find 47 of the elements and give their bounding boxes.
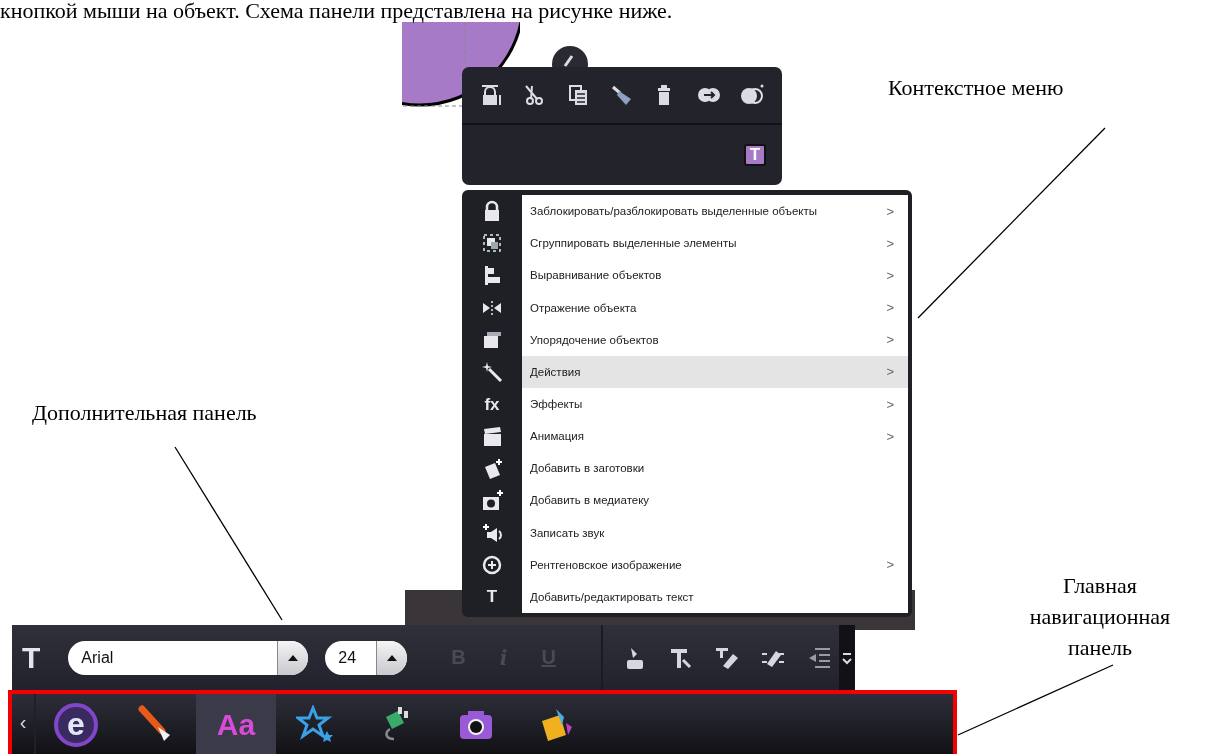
logo-icon: e	[54, 703, 98, 747]
menu-item[interactable]: Рентгеновское изображение >	[522, 548, 908, 581]
overlap-icon[interactable]	[740, 83, 765, 107]
text-tool-icon[interactable]: T	[22, 640, 41, 675]
handle-icon[interactable]	[550, 44, 590, 67]
menu-item[interactable]: Упорядочение объектов >	[522, 323, 908, 356]
menu-item[interactable]: Заблокировать/разблокировать выделенные объекты >	[522, 195, 908, 228]
menu-glyph-icon: T	[486, 588, 498, 606]
menu-item[interactable]: Добавить в заготовки	[522, 452, 908, 485]
callout-label: Контекстное меню	[888, 74, 1064, 102]
body-text: кнопкой мыши на объект. Схема панели представлена на рисунке ниже.	[0, 0, 673, 24]
submenu-arrow: >	[886, 364, 894, 380]
menu-item[interactable]: Выравнивание объектов >	[522, 259, 908, 292]
menu-item[interactable]: Анимация >	[522, 420, 908, 453]
outdent-icon[interactable]	[807, 645, 832, 670]
menu-item[interactable]: Эффекты >	[522, 387, 908, 421]
brush-icon[interactable]	[609, 83, 634, 107]
menu-item[interactable]: Добавить в медиатеку	[522, 484, 908, 517]
camera-plus-icon	[481, 489, 503, 512]
clapperboard-icon	[481, 425, 503, 448]
text-marker-icon[interactable]	[715, 645, 740, 670]
submenu-arrow: >	[886, 235, 894, 251]
font-dropdown[interactable]: Arial	[68, 640, 309, 675]
callout-label: Главная навигационная панель	[1028, 572, 1172, 662]
font-icon: Aa	[216, 708, 256, 742]
up-arrow-icon[interactable]	[386, 653, 399, 662]
group-icon	[481, 232, 503, 255]
menu-item[interactable]: Записать звук	[522, 516, 908, 549]
submenu-arrow: >	[886, 300, 894, 316]
menu-item[interactable]: Действия >	[522, 355, 908, 388]
nav-item[interactable]: e	[36, 694, 116, 754]
menu-glyph-icon: fx	[484, 395, 500, 413]
submenu-arrow: >	[886, 332, 894, 348]
up-arrow-icon[interactable]	[287, 653, 300, 662]
submenu-arrow: >	[886, 396, 894, 412]
size-dropdown[interactable]: 24	[325, 640, 408, 675]
submenu-arrow: >	[886, 557, 894, 573]
menu-item[interactable]: Сгруппировать выделенные элементы >	[522, 227, 908, 260]
callout-label: Дополнительная панель	[32, 399, 257, 427]
submenu-arrow: >	[886, 428, 894, 444]
submenu-arrow: >	[886, 267, 894, 283]
submenu-arrow: >	[886, 203, 894, 219]
lock-icon[interactable]	[479, 83, 504, 107]
sound-plus-icon	[481, 521, 503, 544]
menu-item[interactable]: Добавить/редактировать текст	[522, 580, 908, 614]
star-icon	[296, 705, 336, 745]
menu-item[interactable]: Отражение объекта >	[522, 291, 908, 324]
